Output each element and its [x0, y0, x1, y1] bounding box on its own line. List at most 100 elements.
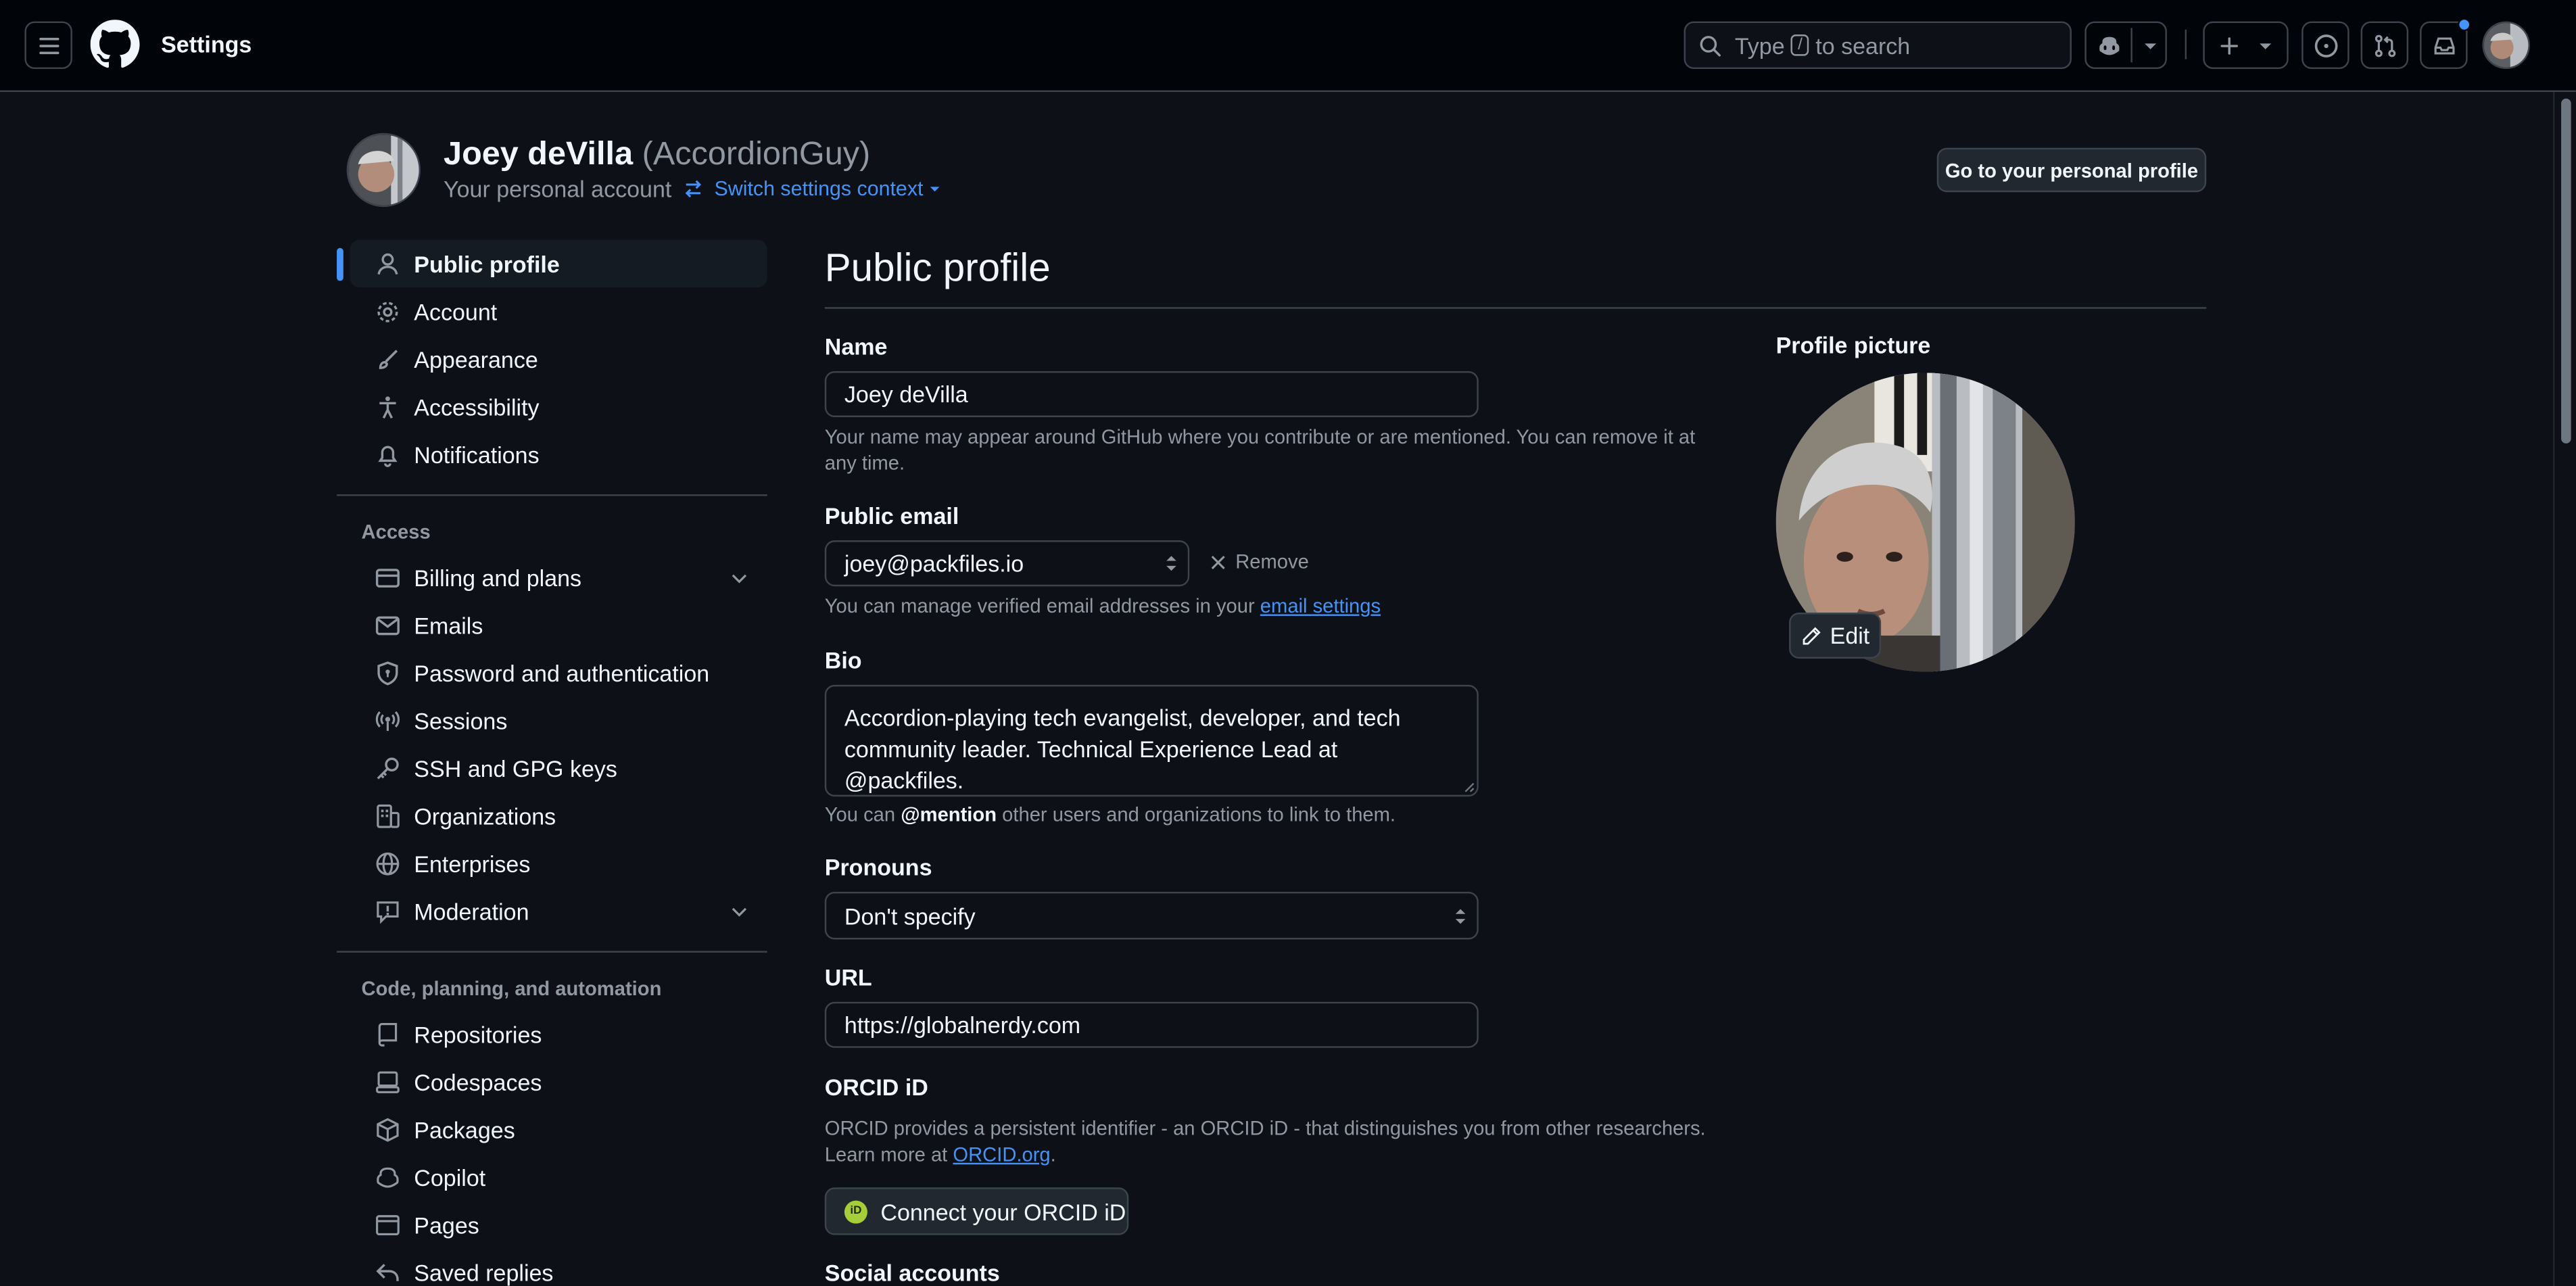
shield-lock-icon: [377, 661, 398, 685]
account-avatar: [346, 133, 421, 208]
chevron-down-icon: [2145, 43, 2157, 49]
bio-help-text: You can @mention other users and organiz…: [825, 801, 1396, 828]
sidebar-item-emails[interactable]: Emails: [350, 601, 767, 648]
organization-icon: [377, 803, 400, 828]
public-email-select[interactable]: joey@packfiles.io: [824, 540, 1190, 587]
social-accounts-label: Social accounts: [824, 1260, 1000, 1286]
sidebar-item-packages[interactable]: Packages: [350, 1105, 767, 1153]
page-scrollbar[interactable]: [2552, 92, 2576, 1286]
sidebar-item-label: Packages: [414, 1116, 515, 1143]
orcid-label: ORCID iD: [824, 1074, 928, 1101]
copilot-button[interactable]: [2084, 21, 2167, 70]
sidebar-item-sessions[interactable]: Sessions: [350, 696, 767, 744]
pencil-icon: [1803, 626, 1821, 644]
sidebar-item-moderation[interactable]: Moderation: [350, 887, 767, 934]
search-icon: [1700, 34, 1721, 56]
sidebar-divider: [337, 951, 767, 953]
sidebar-item-label: Sessions: [414, 707, 508, 734]
sidebar-item-label: Appearance: [414, 346, 538, 373]
top-bar: Settings Type / to search: [0, 0, 2576, 93]
switch-context-label: Switch settings context: [714, 177, 924, 201]
sidebar-item-billing[interactable]: Billing and plans: [350, 554, 767, 601]
sidebar-item-label: Organizations: [414, 802, 556, 829]
edit-label: Edit: [1830, 622, 1870, 649]
email-help-text: You can manage verified email addresses …: [825, 593, 1381, 619]
sidebar-item-ssh-gpg-keys[interactable]: SSH and GPG keys: [350, 744, 767, 791]
sidebar-divider: [337, 494, 767, 496]
close-icon: [1211, 554, 1225, 569]
menu-button[interactable]: [24, 21, 72, 70]
bio-help-prefix: You can: [824, 803, 896, 826]
select-arrows-icon: [1166, 556, 1176, 571]
sidebar-item-label: Emails: [414, 611, 483, 638]
sidebar-item-notifications[interactable]: Notifications: [350, 430, 767, 477]
url-label: URL: [824, 963, 872, 991]
remove-email-button[interactable]: Remove: [1209, 550, 1309, 573]
search-shortcut-key: /: [1791, 34, 1809, 56]
report-icon: [377, 900, 399, 924]
chevron-down-icon: [732, 907, 747, 917]
email-settings-link[interactable]: email settings: [1260, 594, 1381, 617]
sidebar-item-password[interactable]: Password and authentication: [350, 648, 767, 696]
sidebar-item-label: Enterprises: [414, 850, 531, 876]
url-field[interactable]: https://globalnerdy.com: [824, 1001, 1479, 1048]
sidebar-item-label: Public profile: [414, 250, 560, 277]
connect-orcid-button[interactable]: iD Connect your ORCID iD: [824, 1187, 1129, 1235]
pronouns-select[interactable]: Don't specify: [824, 892, 1479, 940]
sidebar-item-label: SSH and GPG keys: [414, 755, 617, 782]
pronouns-value: Don't specify: [844, 902, 976, 929]
accessibility-icon: [379, 396, 396, 418]
sidebar-item-organizations[interactable]: Organizations: [350, 792, 767, 839]
bio-label: Bio: [824, 647, 862, 673]
go-to-profile-button[interactable]: Go to your personal profile: [1936, 147, 2207, 193]
create-new-button[interactable]: [2203, 21, 2289, 70]
sidebar-item-account[interactable]: Account: [350, 287, 767, 335]
switch-context-link[interactable]: Switch settings context: [682, 177, 941, 200]
bio-textarea[interactable]: Accordion-playing tech evangelist, devel…: [824, 684, 1479, 797]
mail-icon: [375, 615, 400, 635]
hamburger-icon: [39, 37, 59, 53]
sidebar-item-repositories[interactable]: Repositories: [350, 1010, 767, 1057]
account-subtitle: Your personal account Switch settings co…: [444, 176, 941, 202]
sidebar-item-pages[interactable]: Pages: [350, 1201, 767, 1248]
sidebar-item-label: Billing and plans: [414, 564, 582, 591]
name-label: Name: [824, 333, 888, 360]
copilot-icon: [377, 1166, 399, 1187]
sidebar-item-label: Pages: [414, 1211, 479, 1238]
user-avatar[interactable]: [2482, 21, 2530, 70]
git-pull-request-icon: [2374, 34, 2395, 57]
sidebar-item-appearance[interactable]: Appearance: [350, 335, 767, 383]
orcid-link[interactable]: ORCID.org: [953, 1143, 1050, 1166]
edit-profile-picture-button[interactable]: Edit: [1789, 613, 1882, 659]
sidebar-item-enterprises[interactable]: Enterprises: [350, 839, 767, 886]
chevron-down-icon: [732, 574, 747, 584]
sidebar-item-public-profile[interactable]: Public profile: [337, 239, 767, 288]
orcid-help-suffix: .: [1050, 1143, 1056, 1166]
sidebar-item-codespaces[interactable]: Codespaces: [350, 1057, 767, 1105]
sidebar-item-saved-replies[interactable]: Saved replies: [350, 1248, 767, 1286]
sidebar-item-label: Account: [414, 297, 498, 325]
pull-requests-button[interactable]: [2360, 21, 2409, 70]
select-arrows-icon: [1455, 908, 1466, 924]
title-divider: [824, 307, 2207, 309]
sidebar-item-accessibility[interactable]: Accessibility: [350, 383, 767, 430]
gear-icon: [377, 301, 398, 322]
orcid-icon: iD: [844, 1199, 867, 1223]
search-input[interactable]: Type / to search: [1684, 21, 2072, 70]
paintbrush-icon: [379, 349, 398, 368]
name-field[interactable]: Joey deVilla: [824, 371, 1479, 417]
chevron-down-icon: [2260, 43, 2272, 49]
issues-button[interactable]: [2301, 21, 2350, 70]
credit-card-icon: [375, 567, 400, 587]
scrollbar-thumb[interactable]: [2561, 98, 2571, 444]
name-help-text: Your name may appear around GitHub where…: [824, 425, 1696, 475]
sidebar-item-label: Codespaces: [414, 1068, 542, 1095]
resize-handle-icon[interactable]: [1464, 782, 1475, 793]
bell-icon: [378, 445, 398, 467]
sidebar-item-label: Password and authentication: [414, 659, 710, 686]
search-suffix: to search: [1815, 32, 1911, 59]
orcid-help-text: ORCID provides a persistent identifier -…: [825, 1115, 1737, 1168]
sidebar-item-copilot[interactable]: Copilot: [350, 1153, 767, 1200]
github-logo-icon[interactable]: [90, 20, 140, 69]
account-handle: (AccordionGuy): [642, 136, 871, 173]
